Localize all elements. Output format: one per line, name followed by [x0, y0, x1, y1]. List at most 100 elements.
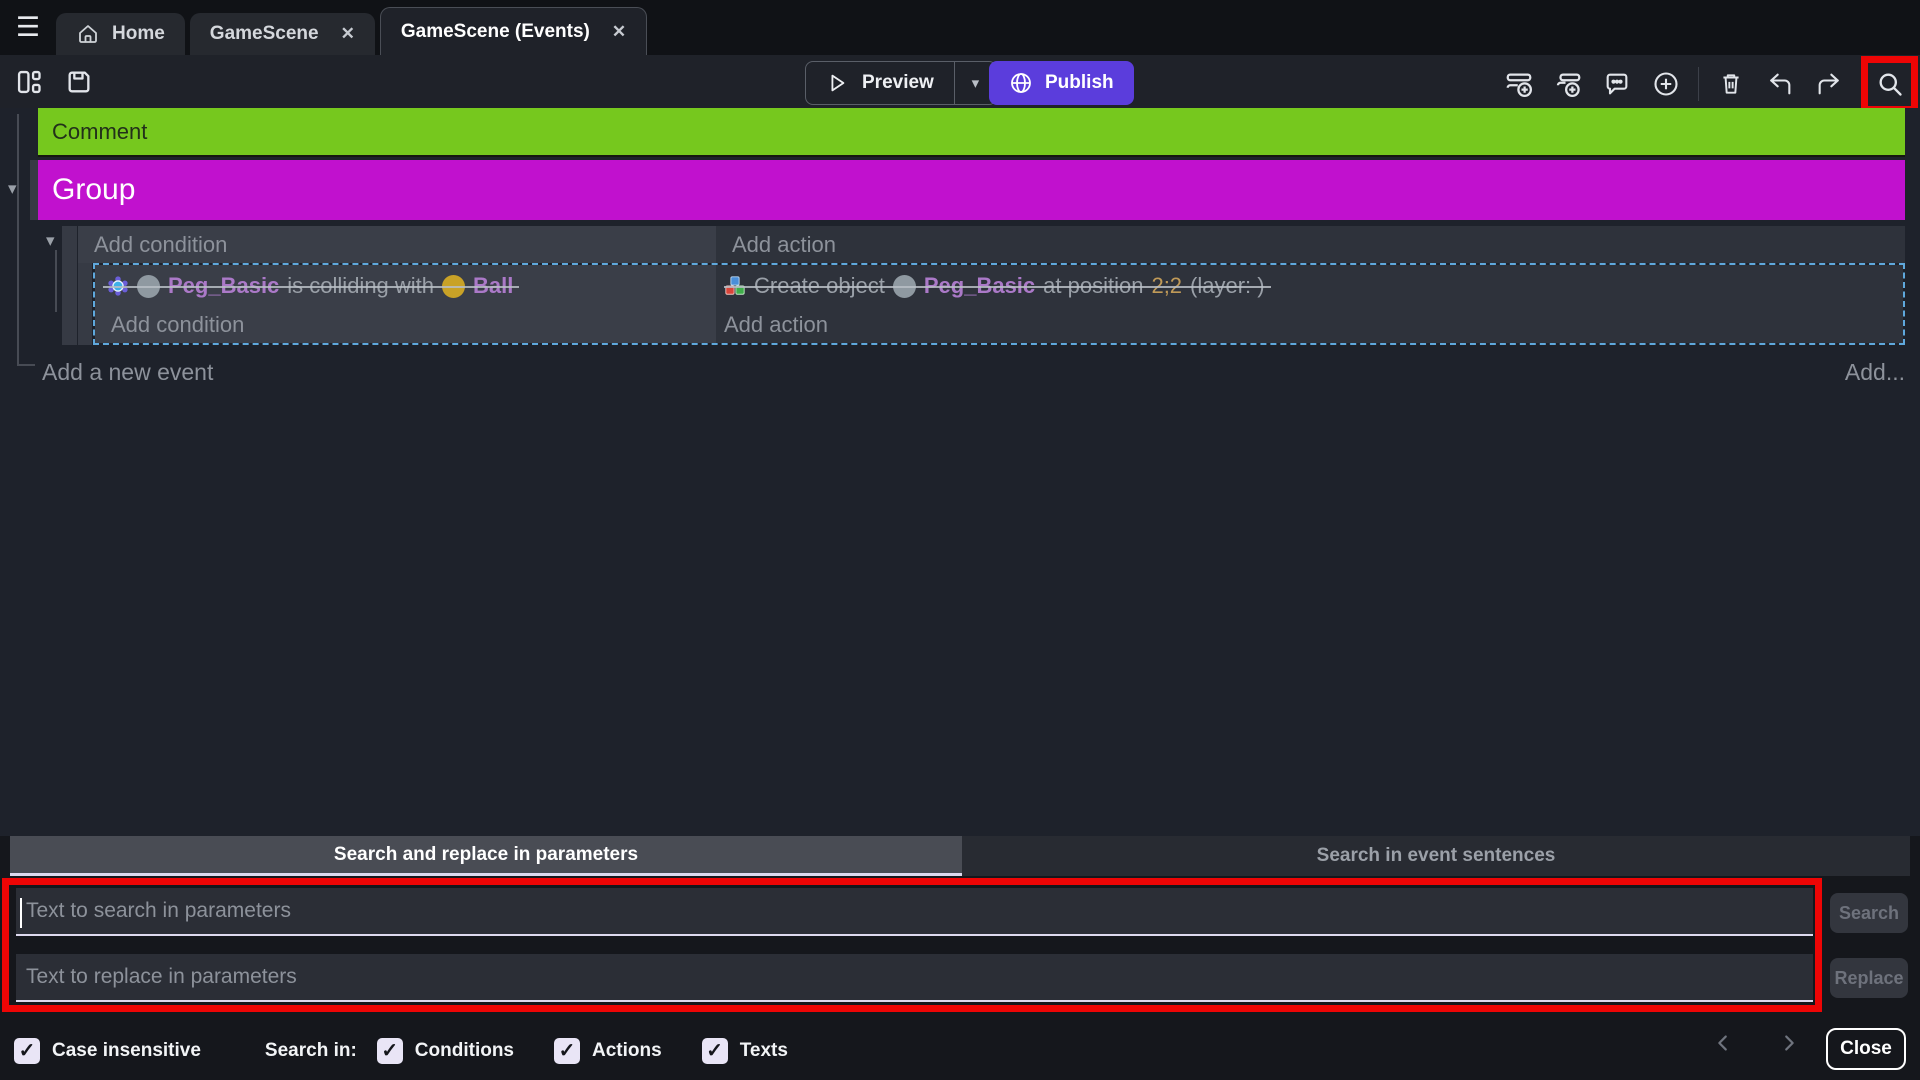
chevron-down-icon: ▾ [972, 74, 980, 92]
chevron-right-icon [1778, 1032, 1800, 1054]
add-new-event-link[interactable]: Add a new event [42, 354, 213, 390]
group-event-row[interactable]: Group [38, 160, 1905, 220]
add-action-link[interactable]: Add action [716, 226, 1905, 263]
next-result-button[interactable] [1778, 1032, 1800, 1054]
texts-label: Texts [740, 1040, 788, 1062]
action-verb: Create object [754, 273, 885, 299]
add-action-link[interactable]: Add action [716, 307, 1903, 343]
conditions-checkbox[interactable]: ✓ [377, 1038, 403, 1064]
comment-event-row[interactable]: Comment [38, 108, 1905, 157]
events-sheet: ▾ ▾ Comment Group Add condition Add acti… [0, 108, 1920, 836]
undo-button[interactable] [1763, 67, 1797, 101]
object-name: Peg_Basic [168, 273, 279, 299]
actions-checkbox[interactable]: ✓ [554, 1038, 580, 1064]
add-event-icon [1504, 69, 1534, 99]
selected-event-row[interactable]: Peg_Basic is colliding with Ball Add con… [93, 263, 1905, 345]
search-text-input[interactable] [16, 888, 1813, 936]
collision-condition-icon [107, 275, 129, 297]
texts-checkbox[interactable]: ✓ [702, 1038, 728, 1064]
delete-button[interactable] [1714, 67, 1748, 101]
toolbar-separator [1698, 67, 1699, 101]
condition-text: is colliding with [287, 273, 434, 299]
search-button[interactable]: Search [1830, 893, 1908, 933]
action-sentence[interactable]: Create object Peg_Basic at position 2;2 … [716, 265, 1265, 307]
tab-home[interactable]: Home [56, 13, 185, 55]
tab-search-replace-parameters[interactable]: Search and replace in parameters [10, 836, 962, 876]
events-toolbar: Preview ▾ Publish [0, 55, 1920, 108]
save-icon [65, 68, 93, 96]
previous-result-button[interactable] [1712, 1032, 1734, 1054]
circle-plus-icon [1652, 70, 1680, 98]
search-events-button[interactable] [1873, 67, 1907, 101]
close-search-button[interactable]: Close [1826, 1028, 1906, 1070]
collapse-group-icon[interactable]: ▾ [8, 180, 17, 197]
chevron-left-icon [1712, 1032, 1734, 1054]
conditions-label: Conditions [415, 1040, 514, 1062]
add-subevent-button[interactable] [1551, 67, 1585, 101]
gdevelop-window: ☰ Home GameScene ✕ GameScene (Events) ✕ [0, 0, 1920, 1080]
object-thumbnail-peg [893, 275, 916, 298]
save-button[interactable] [62, 65, 96, 99]
close-tab-icon[interactable]: ✕ [341, 24, 355, 44]
search-panel-tabs: Search and replace in parameters Search … [10, 836, 1910, 876]
group-title: Group [52, 173, 135, 207]
main-menu-button[interactable]: ☰ [0, 0, 56, 55]
trash-icon [1718, 71, 1744, 97]
home-icon [76, 22, 100, 46]
play-icon [826, 72, 848, 94]
check-icon: ✓ [706, 1041, 723, 1061]
check-icon: ✓ [19, 1041, 36, 1061]
position-value: 2;2 [1151, 273, 1182, 299]
empty-event-row: Add condition Add action [78, 226, 1905, 263]
publish-button[interactable]: Publish [989, 61, 1134, 105]
event-drag-handle[interactable] [62, 226, 77, 345]
preview-split-button: Preview ▾ [805, 61, 997, 105]
case-insensitive-label: Case insensitive [52, 1040, 201, 1062]
add-event-menu-link[interactable]: Add... [1845, 354, 1905, 390]
tab-label: GameScene [210, 23, 319, 45]
replace-button[interactable]: Replace [1830, 958, 1908, 998]
add-condition-link[interactable]: Add condition [95, 307, 716, 343]
close-tab-icon[interactable]: ✕ [612, 22, 626, 42]
redo-button[interactable] [1812, 67, 1846, 101]
choose-event-button[interactable] [1649, 67, 1683, 101]
search-panel: Search and replace in parameters Search … [0, 836, 1920, 1080]
replace-text-input[interactable] [16, 954, 1813, 1002]
add-event-button[interactable] [1502, 67, 1536, 101]
comment-bubble-icon [1603, 70, 1631, 98]
event-drag-handle[interactable] [30, 160, 38, 220]
search-in-label: Search in: [265, 1040, 357, 1062]
preview-button[interactable]: Preview [806, 62, 954, 104]
object-thumbnail-ball [442, 275, 465, 298]
tree-guide-line-2 [55, 250, 57, 312]
tab-bar: ☰ Home GameScene ✕ GameScene (Events) ✕ [0, 0, 1920, 55]
tab-gamescene-events[interactable]: GameScene (Events) ✕ [380, 7, 647, 55]
panels-icon [15, 68, 43, 96]
open-panels-button[interactable] [12, 65, 46, 99]
tab-search-event-sentences[interactable]: Search in event sentences [962, 836, 1910, 876]
redo-icon [1815, 70, 1843, 98]
event-drag-handle[interactable] [78, 263, 92, 345]
actions-label: Actions [592, 1040, 662, 1062]
hamburger-icon: ☰ [16, 12, 40, 43]
tab-label: GameScene (Events) [401, 21, 590, 43]
condition-sentence[interactable]: Peg_Basic is colliding with Ball [95, 265, 513, 307]
tab-gamescene[interactable]: GameScene ✕ [190, 13, 375, 55]
add-condition-link[interactable]: Add condition [78, 226, 716, 263]
tree-guide-corner [17, 364, 35, 366]
object-thumbnail-peg [137, 275, 160, 298]
undo-icon [1766, 70, 1794, 98]
text-cursor [20, 898, 22, 928]
highlight-box-search-icon [1861, 56, 1918, 113]
layer-text: (layer: ) [1190, 273, 1265, 299]
check-icon: ✓ [559, 1041, 576, 1061]
object-name: Ball [473, 273, 513, 299]
case-insensitive-checkbox[interactable]: ✓ [14, 1038, 40, 1064]
search-options-bar: ✓ Case insensitive Search in: ✓ Conditio… [0, 1022, 1920, 1080]
object-name: Peg_Basic [924, 273, 1035, 299]
collapse-event-icon[interactable]: ▾ [46, 232, 55, 249]
check-icon: ✓ [381, 1041, 398, 1061]
add-comment-button[interactable] [1600, 67, 1634, 101]
tree-guide-line [17, 114, 19, 366]
search-icon [1876, 70, 1904, 98]
